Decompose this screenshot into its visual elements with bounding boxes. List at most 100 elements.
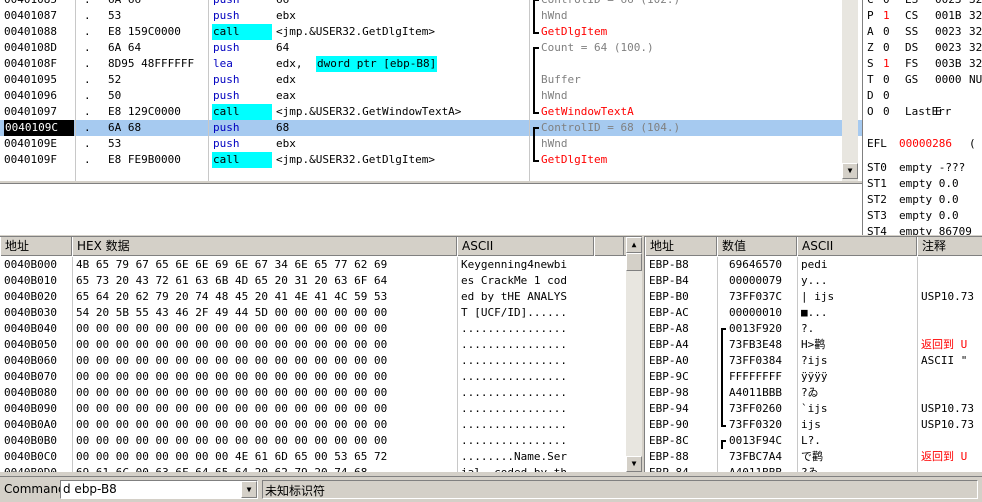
dump-row[interactable]: 0040B0B0 00 00 00 00 00 00 00 00 00 00 00…	[0, 433, 642, 449]
disasm-mnemonic: call	[212, 104, 272, 120]
flag-register-row[interactable]: C 0 ES 0023 32	[863, 0, 982, 8]
flag-value[interactable]: 0	[883, 72, 890, 88]
dump-row[interactable]: 0040B040 00 00 00 00 00 00 00 00 00 00 00…	[0, 321, 642, 337]
stack-value: 00000010	[729, 306, 782, 319]
stack-pane[interactable]: 地址 数值 ASCII 注释 EBP-B8 69646570 pedi EBP-B4 0…	[644, 236, 982, 472]
flag-register-row[interactable]: T 0 GS 0000 NU	[863, 72, 982, 88]
dump-row[interactable]: 0040B070 00 00 00 00 00 00 00 00 00 00 00…	[0, 369, 642, 385]
disasm-mnemonic: lea	[213, 57, 233, 70]
stack-row[interactable]: EBP-90 73FF0320 ijs USP10.73	[645, 417, 982, 433]
disasm-row[interactable]: 0040108F. 8D95 48FFFFFF lea edx, dword ptr …	[0, 56, 862, 72]
dump-header-ascii[interactable]: ASCII	[457, 237, 594, 256]
dump-row[interactable]: 0040B010 65 73 20 43 72 61 63 6B 4D 65 20…	[0, 273, 642, 289]
disasm-row[interactable]: 00401088. E8 159C0000 call <jmp.&USER32.Get…	[0, 24, 862, 40]
efl-register[interactable]: EFL 00000286 (	[863, 136, 982, 152]
dump-row[interactable]: 0040B080 00 00 00 00 00 00 00 00 00 00 00…	[0, 385, 642, 401]
stack-row[interactable]: EBP-B0 73FF037C | ijs USP10.73	[645, 289, 982, 305]
flag-value[interactable]: 0	[883, 0, 890, 8]
dump-row[interactable]: 0040B000 4B 65 79 67 65 6E 6E 69 6E 67 34…	[0, 257, 642, 273]
stack-row[interactable]: EBP-A0 73FF0384 ?ijs ASCII "	[645, 353, 982, 369]
dump-row[interactable]: 0040B0A0 00 00 00 00 00 00 00 00 00 00 00…	[0, 417, 642, 433]
stack-frame-bracket	[721, 385, 723, 401]
fpu-register-row[interactable]: ST0 empty -???	[863, 160, 982, 176]
disassembly-scrollbar[interactable]: ▼	[842, 0, 858, 181]
disassembly-pane[interactable]: 00401085. 6A 66 push 66 ControlID = 66 (102.…	[0, 0, 862, 181]
flag-value[interactable]: 0	[883, 104, 890, 120]
dump-row[interactable]: 0040B090 00 00 00 00 00 00 00 00 00 00 00…	[0, 401, 642, 417]
scroll-down-icon[interactable]: ▼	[842, 163, 858, 179]
dump-row[interactable]: 0040B030 54 20 5B 55 43 46 2F 49 44 5D 00…	[0, 305, 642, 321]
segment-value: E	[935, 105, 942, 118]
stack-header-ascii[interactable]: ASCII	[797, 237, 917, 256]
flag-register-row[interactable]: O 0 LastErr E	[863, 104, 982, 120]
stack-row[interactable]: EBP-94 73FF0260 `ijs USP10.73	[645, 401, 982, 417]
dump-header-hex[interactable]: HEX 数据	[72, 237, 457, 256]
flag-value[interactable]: 0	[883, 40, 890, 56]
flag-value[interactable]: 1	[883, 56, 890, 72]
fpu-register-row[interactable]: ST1 empty 0.0	[863, 176, 982, 192]
fpu-register-row[interactable]: ST4 empty 86709	[863, 224, 982, 235]
flag-register-row[interactable]: Z 0 DS 0023 32	[863, 40, 982, 56]
combobox-dropdown-icon[interactable]: ▼	[241, 481, 257, 498]
stack-row[interactable]: EBP-B8 69646570 pedi	[645, 257, 982, 273]
scroll-down-icon[interactable]: ▼	[626, 456, 642, 472]
stack-row[interactable]: EBP-84 A4011BBB ?ゐ	[645, 465, 982, 472]
disasm-mnemonic: push	[213, 137, 240, 150]
stack-value: 73FF037C	[729, 290, 782, 303]
disasm-comment: Buffer	[541, 73, 581, 86]
comment-bracket	[533, 136, 539, 152]
stack-ascii: H>鹳	[801, 338, 826, 351]
dump-row[interactable]: 0040B060 00 00 00 00 00 00 00 00 00 00 00…	[0, 353, 642, 369]
fpu-register-row[interactable]: ST2 empty 0.0	[863, 192, 982, 208]
stack-row[interactable]: EBP-88 73FBC7A4 で鹳 返回到 U	[645, 449, 982, 465]
flag-value[interactable]: 1	[883, 8, 890, 24]
disasm-row[interactable]: 00401095. 52 push edx Buffer	[0, 72, 862, 88]
disasm-row[interactable]: 00401085. 6A 66 push 66 ControlID = 66 (102.…	[0, 0, 862, 8]
dump-hex: 00 00 00 00 00 00 00 00 00 00 00 00 00 0…	[76, 370, 388, 383]
stack-row[interactable]: EBP-8C 0013F94C L?.	[645, 433, 982, 449]
dump-header-address[interactable]: 地址	[0, 237, 72, 256]
stack-row[interactable]: EBP-A4 73FB3E48 H>鹳 返回到 U	[645, 337, 982, 353]
fpu-register-row[interactable]: ST3 empty 0.0	[863, 208, 982, 224]
stack-row[interactable]: EBP-9C FFFFFFFF ÿÿÿÿ	[645, 369, 982, 385]
stack-address: EBP-A0	[649, 354, 689, 367]
flag-register-row[interactable]: P 1 CS 001B 32	[863, 8, 982, 24]
stack-header-value[interactable]: 数值	[717, 237, 797, 256]
stack-ascii: `ijs	[801, 402, 828, 415]
disasm-mnemonic: push	[213, 9, 240, 22]
disasm-row[interactable]: 0040109C. 6A 68 push 68 ControlID = 68 (104.…	[0, 120, 862, 136]
disasm-row[interactable]: 00401096. 50 push eax hWnd	[0, 88, 862, 104]
flag-register-row[interactable]: S 1 FS 003B 32	[863, 56, 982, 72]
stack-row[interactable]: EBP-98 A4011BBB ?ゐ	[645, 385, 982, 401]
disasm-row[interactable]: 0040109F. E8 FE9B0000 call <jmp.&USER32.Get…	[0, 152, 862, 168]
disasm-row[interactable]: 0040109E. 53 push ebx hWnd	[0, 136, 862, 152]
fpu-name: ST3	[867, 209, 887, 222]
stack-header-comment[interactable]: 注释	[917, 237, 982, 256]
dump-scroll-thumb[interactable]	[626, 253, 642, 271]
disasm-comment: hWnd	[541, 9, 568, 22]
dump-row[interactable]: 0040B050 00 00 00 00 00 00 00 00 00 00 00…	[0, 337, 642, 353]
dump-row[interactable]: 0040B0D0 69 61 6C 00 63 6F 64 65 64 20 62…	[0, 465, 642, 472]
stack-row[interactable]: EBP-AC 00000010 ■...	[645, 305, 982, 321]
dump-address: 0040B060	[4, 354, 57, 367]
stack-row[interactable]: EBP-B4 00000079 y...	[645, 273, 982, 289]
flag-value[interactable]: 0	[883, 24, 890, 40]
registers-pane[interactable]: C0ES002332P1CS001B32A0SS002332Z0DS002332…	[862, 0, 982, 235]
stack-header-address[interactable]: 地址	[645, 237, 717, 256]
disasm-row[interactable]: 0040108D. 6A 64 push 64 Count = 64 (100.)	[0, 40, 862, 56]
dump-address: 0040B040	[4, 322, 57, 335]
disasm-row[interactable]: 00401087. 53 push ebx hWnd	[0, 8, 862, 24]
command-combobox[interactable]: d ebp-B8 ▼	[60, 480, 258, 499]
stack-row[interactable]: EBP-A8 0013F920 ?.	[645, 321, 982, 337]
flag-value[interactable]: 0	[883, 88, 890, 104]
dump-scrollbar[interactable]: ▲ ▼	[626, 237, 642, 472]
flag-register-row[interactable]: D0	[863, 88, 982, 104]
memory-dump-pane[interactable]: 地址 HEX 数据 ASCII 0040B000 4B 65 79 67 65 6…	[0, 236, 642, 472]
flag-register-row[interactable]: A 0 SS 0023 32	[863, 24, 982, 40]
dump-row[interactable]: 0040B0C0 00 00 00 00 00 00 00 00 4E 61 6D…	[0, 449, 642, 465]
scroll-up-icon[interactable]: ▲	[626, 237, 642, 253]
disasm-row[interactable]: 00401097. E8 129C0000 call <jmp.&USER32.Get…	[0, 104, 862, 120]
stack-frame-bracket	[721, 417, 726, 427]
command-input[interactable]: d ebp-B8	[63, 482, 117, 496]
dump-row[interactable]: 0040B020 65 64 20 62 79 20 74 48 45 20 41…	[0, 289, 642, 305]
